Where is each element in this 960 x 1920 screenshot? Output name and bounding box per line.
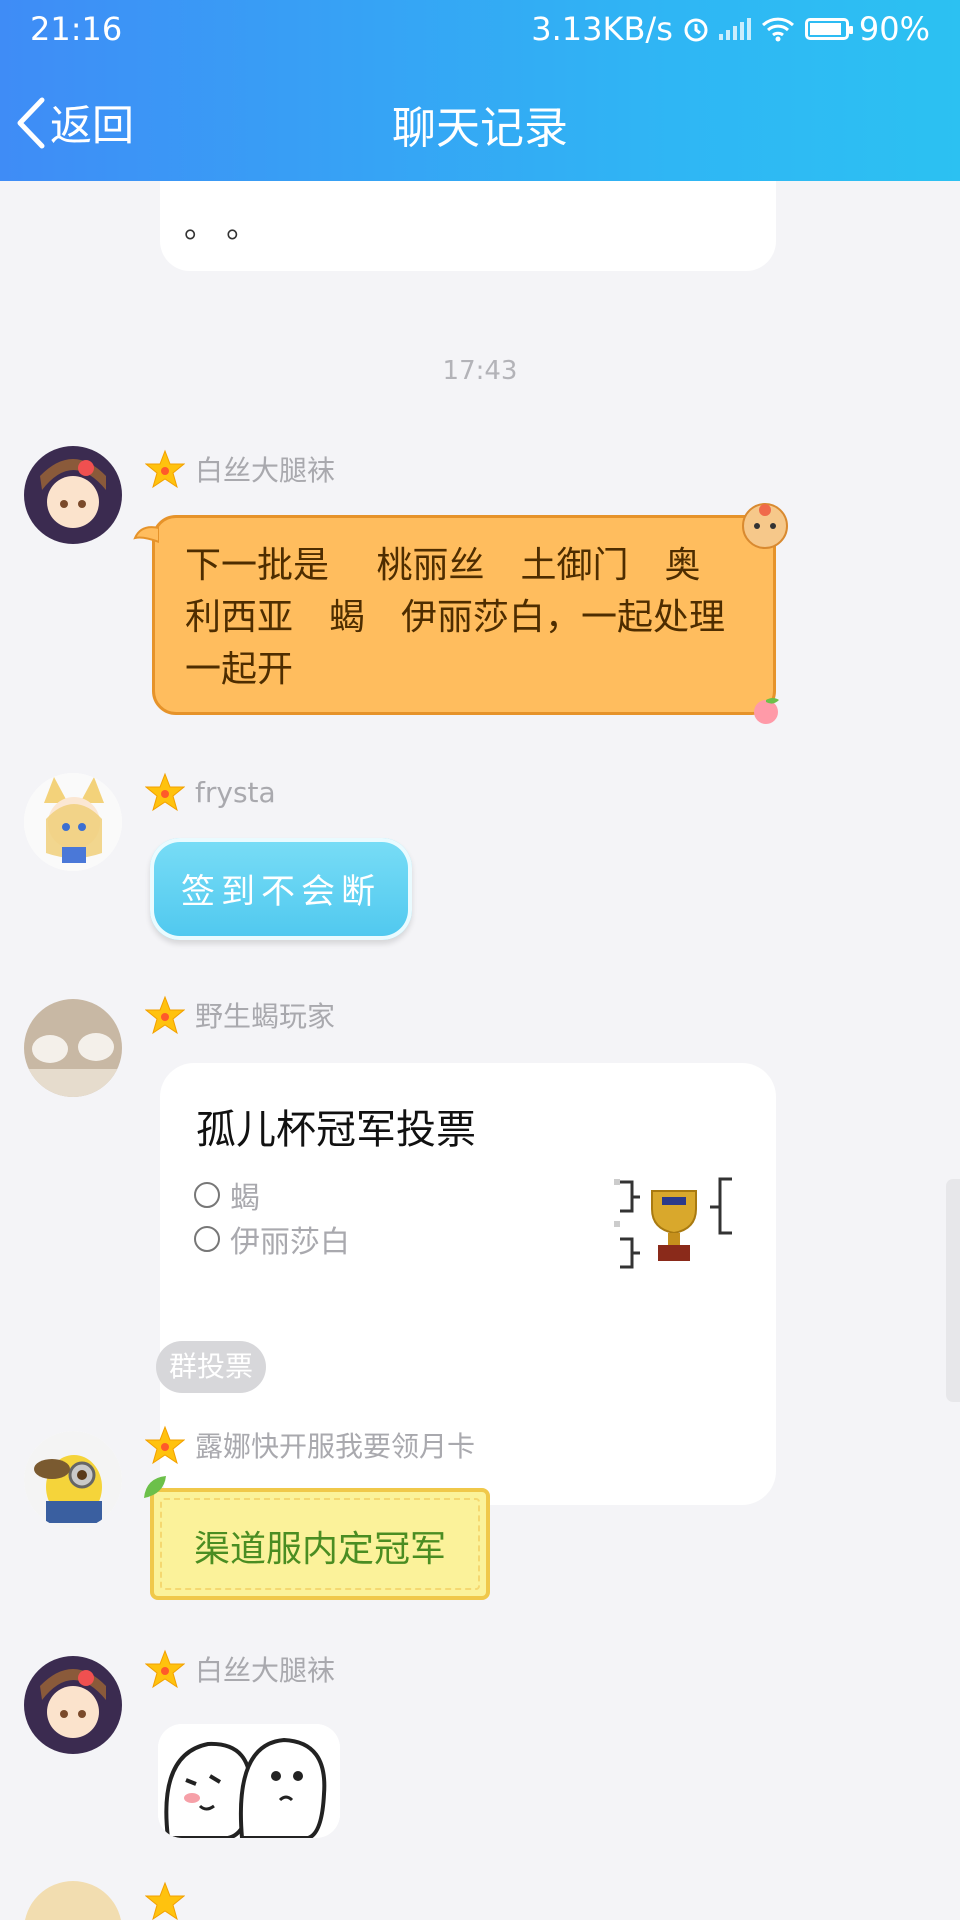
peach-icon <box>754 698 779 724</box>
sender-row: 野生蝎玩家 <box>145 995 335 1035</box>
message-text: 下一批是 桃丽丝 土御门 奥利西亚 蝎 伊丽莎白，一起处理一起开 <box>185 545 726 690</box>
status-bar: 21:16 3.13KB/s 90% <box>0 0 960 60</box>
sender-name: 白丝大腿袜 <box>195 454 336 487</box>
status-time: 21:16 <box>30 10 123 48</box>
avatar-image <box>24 1431 122 1529</box>
avatar-image <box>24 773 122 871</box>
avatar[interactable] <box>24 1881 122 1920</box>
previous-message-text: 。 。 <box>184 207 259 245</box>
previous-message-bubble[interactable]: 。 。 <box>160 181 776 271</box>
message-text: 渠道服内定冠军 <box>193 1529 446 1570</box>
poll-title: 孤儿杯冠军投票 <box>196 1107 476 1153</box>
sticker-image <box>158 1724 340 1838</box>
star-icon <box>145 772 185 812</box>
message-bubble[interactable]: 签到不会断 <box>150 838 412 940</box>
message-bubble[interactable]: 渠道服内定冠军 <box>144 1476 490 1600</box>
star-icon <box>145 449 185 489</box>
avatar[interactable] <box>24 1656 122 1754</box>
monkey-icon <box>742 503 788 549</box>
battery-icon <box>804 18 853 40</box>
star-icon <box>145 1425 185 1465</box>
sender-name: frysta <box>195 775 276 809</box>
trophy-bracket-icon <box>614 1177 732 1269</box>
star-icon <box>145 1649 185 1689</box>
battery-percent: 90% <box>858 10 930 48</box>
radio-icon <box>194 1182 220 1208</box>
avatar[interactable] <box>24 773 122 871</box>
avatar[interactable] <box>24 1431 122 1529</box>
sender-name: 野生蝎玩家 <box>195 1000 336 1033</box>
chat-history[interactable]: 。 。 17:43 白丝大腿袜 下一批是 桃丽丝 土御门 奥利西亚 蝎 伊丽莎白… <box>0 181 960 1920</box>
poll-option[interactable]: 蝎 <box>194 1173 260 1217</box>
avatar[interactable] <box>24 446 122 544</box>
star-icon <box>145 995 185 1035</box>
group-poll-tag[interactable]: 群投票 <box>156 1341 266 1393</box>
network-speed: 3.13KB/s <box>531 10 673 48</box>
leaf-icon <box>144 1476 166 1498</box>
nav-bar: 返回 聊天记录 <box>0 80 960 160</box>
poll-option-label: 伊丽莎白 <box>230 1225 350 1260</box>
poll-option-label: 蝎 <box>230 1181 260 1216</box>
message-bubble[interactable]: 下一批是 桃丽丝 土御门 奥利西亚 蝎 伊丽莎白，一起处理一起开 <box>133 503 788 724</box>
sender-name: 露娜快开服我要领月卡 <box>195 1430 476 1463</box>
alarm-icon <box>684 18 708 42</box>
radio-icon <box>194 1226 220 1252</box>
page-title: 聊天记录 <box>392 103 568 154</box>
avatar-image <box>24 446 122 544</box>
message-text: 签到不会断 <box>181 872 381 912</box>
sender-row: 露娜快开服我要领月卡 <box>145 1425 475 1465</box>
wifi-icon <box>761 17 794 42</box>
battery-fill <box>809 23 841 35</box>
bubble-tail <box>133 526 159 544</box>
status-icons: 3.13KB/s 90% <box>531 10 930 48</box>
sticker-message[interactable] <box>158 1724 340 1838</box>
scrollbar[interactable] <box>946 1179 960 1402</box>
avatar[interactable] <box>24 999 122 1097</box>
poll-option[interactable]: 伊丽莎白 <box>194 1217 350 1261</box>
sender-row <box>145 1881 195 1920</box>
timestamp: 17:43 <box>442 356 518 386</box>
sender-row: frysta <box>145 772 276 812</box>
star-icon <box>145 1881 185 1920</box>
avatar-image <box>24 1656 122 1754</box>
header: 21:16 3.13KB/s 90% 返回 聊天记录 <box>0 0 960 181</box>
sender-row: 白丝大腿袜 <box>145 449 335 489</box>
avatar-image <box>24 999 122 1097</box>
sender-name: 白丝大腿袜 <box>195 1654 336 1687</box>
signal-icon <box>718 18 751 40</box>
sender-row: 白丝大腿袜 <box>145 1649 335 1689</box>
